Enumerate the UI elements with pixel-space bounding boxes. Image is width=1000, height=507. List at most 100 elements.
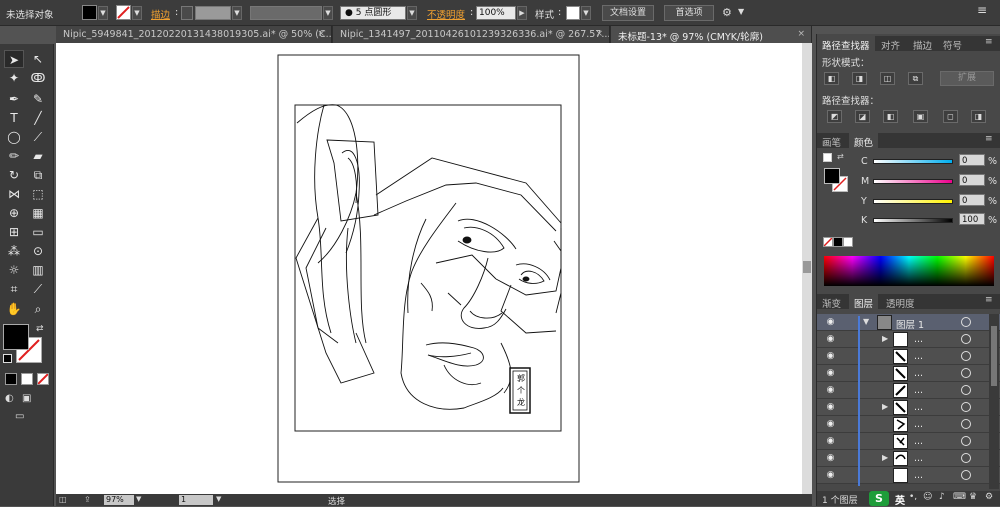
hand-tool-icon[interactable]: ✋ (4, 300, 24, 318)
channel-c-input[interactable]: 0 (959, 154, 985, 166)
eraser-tool-icon[interactable]: ▰ (28, 147, 48, 165)
screen-mode-icon[interactable]: ▭ (15, 411, 33, 423)
ellipse-tool-icon[interactable]: ◯ (4, 128, 24, 146)
symbol-sprayer-tool-icon[interactable]: ☼ (4, 261, 24, 279)
curvature-tool-icon[interactable]: ✎ (28, 90, 48, 108)
gradient-tool-icon[interactable]: ▭ (28, 223, 48, 241)
draw-inside-icon[interactable]: ▣ (22, 393, 36, 405)
mesh-tool-icon[interactable]: ⊞ (4, 223, 24, 241)
perspective-grid-tool-icon[interactable]: ▦ (28, 204, 48, 222)
stroke-dropdown-arrow[interactable]: ▼ (132, 6, 142, 20)
column-graph-tool-icon[interactable]: ▥ (28, 261, 48, 279)
channel-y-input[interactable]: 0 (959, 194, 985, 206)
tab-document-3-active[interactable]: 未标题-13* @ 97% (CMYK/轮廓) × (611, 26, 812, 43)
eye-icon[interactable]: ◉ (824, 351, 837, 361)
direct-selection-tool-icon[interactable]: ↖ (28, 50, 48, 68)
fill-color-box[interactable] (3, 324, 29, 350)
sublayer-row[interactable]: ◉ ... (817, 382, 1000, 399)
tab-pathfinder[interactable]: 路径查找器 (817, 36, 875, 52)
rotate-tool-icon[interactable]: ↻ (4, 166, 24, 184)
vertical-scrollbar[interactable] (802, 43, 812, 494)
line-tool-icon[interactable]: ╱ (28, 109, 48, 127)
opacity-label[interactable]: 不透明度 (427, 7, 465, 21)
eye-icon[interactable]: ◉ (824, 453, 837, 463)
eye-icon[interactable]: ◉ (824, 368, 837, 378)
target-icon[interactable] (961, 385, 971, 395)
eye-icon[interactable]: ◉ (824, 402, 837, 412)
swap-colors-icon[interactable]: ⇄ (36, 324, 44, 334)
panel-menu-icon[interactable]: ≡ (977, 3, 993, 19)
default-colors-icon[interactable] (3, 354, 12, 363)
shape-builder-tool-icon[interactable]: ⊕ (4, 204, 24, 222)
merge-icon[interactable]: ◧ (883, 110, 898, 123)
fill-swatch[interactable] (82, 5, 97, 20)
outline-icon[interactable]: ◻ (943, 110, 958, 123)
tab-brushes[interactable]: 画笔 (817, 133, 846, 149)
swap-icon[interactable]: ⇄ (837, 152, 844, 161)
brush-dropdown-arrow[interactable]: ▼ (407, 6, 417, 20)
preferences-button[interactable]: 首选项 (664, 5, 714, 21)
layer-row-top[interactable]: ◉ ▼ 图层 1 (817, 314, 1000, 331)
slider-y[interactable] (873, 199, 953, 204)
none-mode-icon[interactable] (37, 373, 49, 385)
unite-icon[interactable]: ◧ (824, 72, 839, 85)
slider-k[interactable] (873, 218, 953, 223)
close-icon[interactable]: × (317, 29, 325, 39)
stroke-weight-stepper[interactable] (181, 6, 193, 20)
eye-icon[interactable]: ◉ (824, 385, 837, 395)
sublayer-row[interactable]: ◉ ▶ ... (817, 331, 1000, 348)
sublayer-row[interactable]: ◉ ▶ ... (817, 399, 1000, 416)
color-fill-swatch[interactable] (824, 168, 840, 184)
free-transform-tool-icon[interactable]: ⬚ (28, 185, 48, 203)
channel-k-input[interactable]: 100 (959, 213, 985, 225)
eye-icon[interactable]: ◉ (824, 436, 837, 446)
layer-name[interactable]: 图层 1 (896, 317, 924, 331)
zoom-dropdown-arrow[interactable]: ▼ (136, 495, 141, 503)
page-dropdown-arrow[interactable]: ▼ (216, 495, 221, 503)
eyedropper-tool-icon[interactable]: ⁂ (4, 242, 24, 260)
sublayer-row[interactable]: ◉ ... (817, 416, 1000, 433)
target-icon[interactable] (961, 334, 971, 344)
ime-language[interactable]: 英 (895, 492, 905, 507)
type-tool-icon[interactable]: T (4, 109, 24, 127)
black-swatch[interactable] (833, 237, 843, 247)
target-icon[interactable] (961, 436, 971, 446)
white-swatch[interactable] (843, 237, 853, 247)
sublayer-row[interactable]: ◉ ... (817, 433, 1000, 450)
stroke-weight-dropdown[interactable]: ▼ (232, 6, 242, 20)
target-icon[interactable] (961, 317, 971, 327)
ime-shirt-icon[interactable]: ♛ (969, 492, 977, 502)
expand-arrow-icon[interactable]: ▶ (882, 334, 888, 343)
tab-align[interactable]: 对齐 (876, 36, 905, 52)
ime-voice-icon[interactable]: ♪ (939, 492, 945, 502)
minus-front-icon[interactable]: ◨ (852, 72, 867, 85)
tab-document-1[interactable]: Nipic_5949841_20120220131438019305.ai* @… (56, 26, 332, 43)
layers-scrollbar[interactable] (989, 314, 999, 489)
expand-arrow-icon[interactable]: ▶ (882, 402, 888, 411)
paintbrush-tool-icon[interactable]: ⟋ (28, 128, 48, 146)
ime-tools-icon[interactable]: ⚙ (985, 492, 993, 502)
sublayer-row[interactable]: ◉ ... (817, 467, 1000, 484)
lasso-tool-icon[interactable]: ↂ (28, 69, 48, 87)
target-icon[interactable] (961, 368, 971, 378)
blend-tool-icon[interactable]: ⊙ (28, 242, 48, 260)
tab-symbols[interactable]: 符号 (938, 36, 967, 52)
color-spectrum[interactable] (824, 256, 994, 286)
width-tool-icon[interactable]: ⋈ (4, 185, 24, 203)
variable-width-dropdown[interactable] (250, 6, 322, 20)
panel-menu-icon[interactable]: ≡ (985, 295, 993, 305)
canvas[interactable]: 郭 个 龙 (56, 43, 812, 494)
eye-icon[interactable]: ◉ (824, 470, 837, 480)
none-swatch[interactable] (823, 237, 833, 247)
selection-tool-icon[interactable]: ➤ (4, 50, 24, 68)
target-icon[interactable] (961, 351, 971, 361)
stroke-label[interactable]: 描边 (151, 7, 170, 21)
expand-button[interactable]: 扩展 (940, 71, 994, 86)
panel-menu-icon[interactable]: ≡ (985, 134, 993, 144)
ime-emoji-icon[interactable]: ☺ (923, 492, 932, 502)
layers-scrollbar-thumb[interactable] (991, 326, 997, 386)
magic-wand-tool-icon[interactable]: ✦ (4, 69, 24, 87)
sublayer-row[interactable]: ◉ ▶ ... (817, 450, 1000, 467)
zoom-tool-icon[interactable]: ⌕ (28, 300, 48, 318)
close-icon[interactable]: × (797, 29, 805, 39)
